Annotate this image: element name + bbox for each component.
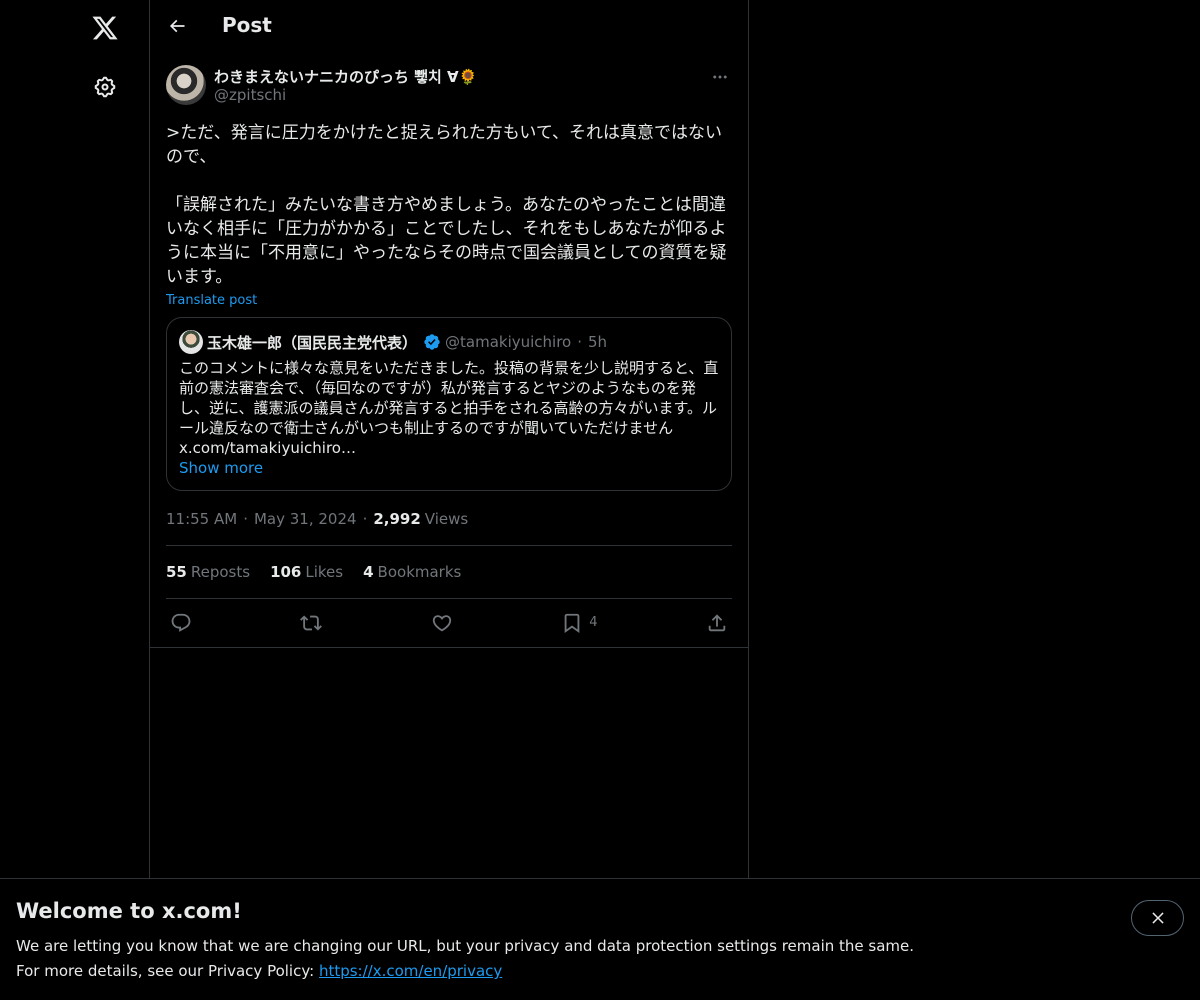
bookmarks-stat[interactable]: 4 Bookmarks [363, 563, 461, 581]
bookmark-button[interactable]: 4 [561, 612, 598, 634]
back-button[interactable] [160, 9, 194, 43]
post-author: わきまえないナニカのぴっち 뾓치 ∀🌻 @zpitschi [166, 65, 732, 117]
separator-dot: · [243, 510, 248, 528]
quoted-post-time: 5h [588, 333, 608, 351]
author-handle[interactable]: @zpitschi [214, 86, 286, 104]
arrow-left-icon [169, 19, 185, 33]
avatar[interactable] [166, 65, 206, 105]
post-stats: 55 Reposts 106 Likes 4 Bookmarks [166, 546, 732, 598]
x-logo-icon[interactable] [81, 4, 129, 52]
post-actions: 4 [166, 599, 732, 646]
quoted-avatar [179, 330, 203, 354]
quoted-author-handle: @tamakiyuichiro [445, 333, 572, 351]
separator-dot: · [577, 333, 583, 351]
quoted-post-text: このコメントに様々な意見をいただきました。投稿の背景を少し説明すると、直前の憲法… [179, 359, 719, 457]
views-count: 2,992 [373, 510, 421, 528]
post-meta: 11:55 AM · May 31, 2024 · 2,992 Views [166, 509, 732, 529]
quoted-post[interactable]: 玉木雄一郎（国民民主党代表） @tamakiyuichiro · 5h このコメ… [166, 317, 732, 491]
translate-post-link[interactable]: Translate post [166, 293, 257, 308]
separator-dot: · [362, 510, 368, 528]
banner-message: We are letting you know that we are chan… [16, 937, 915, 955]
primary-column: Post わきまえないナニカのぴっち 뾓치 ∀🌻 @zpitschi >ただ、発… [149, 0, 749, 1000]
post-text: >ただ、発言に圧力をかけたと捉えられた方もいて、それは真意ではないので、 「誤解… [166, 123, 727, 287]
likes-stat[interactable]: 106 Likes [270, 563, 343, 581]
banner-policy-prefix: For more details, see our Privacy Policy… [16, 962, 319, 980]
share-button[interactable] [706, 612, 728, 634]
verified-badge-icon [423, 333, 441, 351]
author-name[interactable]: わきまえないナニカのぴっち 뾓치 ∀🌻 [214, 66, 477, 87]
repost-icon [300, 615, 323, 630]
views-label: Views [424, 510, 469, 528]
divider [150, 647, 748, 648]
more-options-button[interactable] [708, 65, 732, 89]
privacy-policy-link[interactable]: https://x.com/en/privacy [319, 962, 502, 980]
left-navigation [0, 0, 150, 1000]
show-more-link[interactable]: Show more [179, 458, 263, 478]
welcome-banner: Welcome to x.com! We are letting you kno… [0, 878, 1200, 1000]
bookmark-icon [564, 613, 580, 633]
reply-icon [171, 613, 191, 632]
post-header: Post [150, 0, 748, 53]
quoted-author-name: 玉木雄一郎（国民民主党代表） [207, 333, 418, 352]
like-button[interactable] [431, 612, 453, 634]
repost-button[interactable] [300, 612, 323, 634]
post: わきまえないナニカのぴっち 뾓치 ∀🌻 @zpitschi >ただ、発言に圧力を… [150, 65, 748, 646]
banner-title: Welcome to x.com! [16, 899, 242, 923]
close-icon [1151, 912, 1164, 924]
gear-icon[interactable] [81, 63, 129, 111]
post-time[interactable]: 11:55 AM [166, 510, 237, 528]
post-date[interactable]: May 31, 2024 [254, 510, 357, 528]
close-button[interactable] [1131, 900, 1184, 936]
reply-button[interactable] [170, 612, 192, 634]
quoted-post-header: 玉木雄一郎（国民民主党代表） @tamakiyuichiro · 5h [179, 330, 719, 354]
bookmark-count: 4 [589, 615, 598, 630]
page-title: Post [222, 13, 272, 37]
heart-icon [432, 614, 452, 631]
more-horizontal-icon [713, 75, 727, 79]
banner-policy-line: For more details, see our Privacy Policy… [16, 962, 502, 980]
reposts-stat[interactable]: 55 Reposts [166, 563, 250, 581]
share-icon [708, 613, 726, 631]
